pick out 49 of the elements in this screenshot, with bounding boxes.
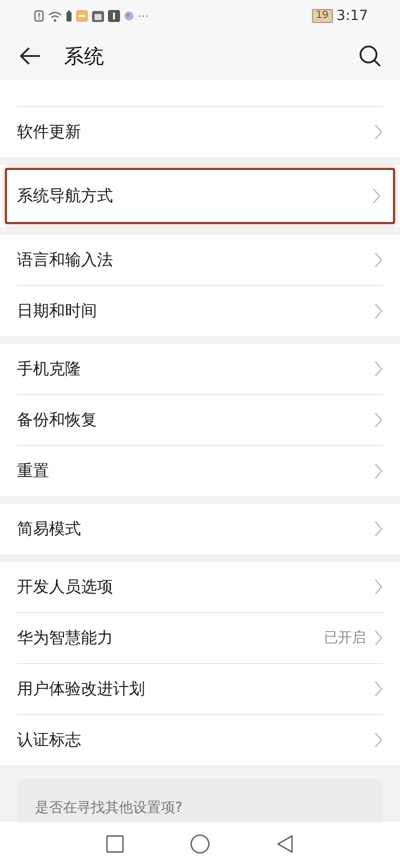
settings-row[interactable]: 手机克隆	[17, 344, 383, 395]
settings-row[interactable]: 认证标志	[17, 715, 383, 765]
row-label: 系统导航方式	[17, 186, 114, 206]
chevron-right-icon	[374, 124, 383, 140]
row-label: 华为智慧能力	[17, 628, 114, 648]
chevron-right-icon	[374, 579, 383, 595]
settings-row[interactable]: 重置	[17, 446, 383, 496]
chevron-right-icon	[374, 412, 383, 428]
settings-row[interactable]: 系统导航方式	[5, 168, 395, 224]
settings-row[interactable]: 用户体验改进计划	[17, 664, 383, 715]
row-label: 手机克隆	[17, 358, 82, 380]
row-label: 用户体验改进计划	[17, 678, 146, 700]
chevron-right-icon	[374, 463, 383, 479]
page-title: 系统	[64, 42, 104, 70]
row-label: 重置	[17, 460, 50, 482]
clock-time: 3:17	[336, 8, 368, 24]
row-label: 简易模式	[17, 518, 82, 540]
row-label: 开发人员选项	[17, 576, 114, 598]
chevron-right-icon	[372, 188, 381, 204]
chevron-right-icon	[374, 252, 383, 268]
chevron-right-icon	[374, 732, 383, 748]
chevron-right-icon	[374, 681, 383, 697]
row-label: 备份和恢复	[17, 410, 98, 430]
back-button-icon[interactable]	[276, 835, 294, 853]
home-button-icon[interactable]	[190, 834, 210, 854]
settings-row[interactable]: 备份和恢复	[17, 395, 383, 446]
row-value: 已开启	[324, 629, 366, 647]
suggestion-text: 是否在寻找其他设置项?	[35, 800, 182, 816]
settings-row[interactable]: 语言和输入法	[17, 235, 383, 286]
settings-row[interactable]: 日期和时间	[17, 286, 383, 336]
row-label: 日期和时间	[17, 300, 98, 322]
row-label: 认证标志	[17, 730, 82, 750]
search-icon[interactable]	[358, 44, 382, 68]
more-notifications-text: ···	[138, 10, 148, 22]
settings-row[interactable]: 华为智慧能力 已开启	[17, 613, 383, 664]
battery-level: 19	[312, 9, 333, 23]
info-icon	[108, 10, 120, 22]
wifi-icon	[48, 10, 62, 22]
chevron-right-icon	[374, 361, 383, 377]
settings-row[interactable]: 开发人员选项	[17, 562, 383, 613]
chevron-right-icon	[374, 630, 383, 646]
chevron-right-icon	[374, 303, 383, 319]
chevron-right-icon	[374, 521, 383, 537]
row-label: 软件更新	[17, 122, 82, 142]
sim-alert-icon	[34, 10, 44, 22]
app-icon	[76, 10, 88, 22]
recents-button-icon[interactable]	[106, 835, 124, 853]
row-label: 语言和输入法	[17, 250, 114, 270]
battery-small-icon	[66, 10, 72, 22]
